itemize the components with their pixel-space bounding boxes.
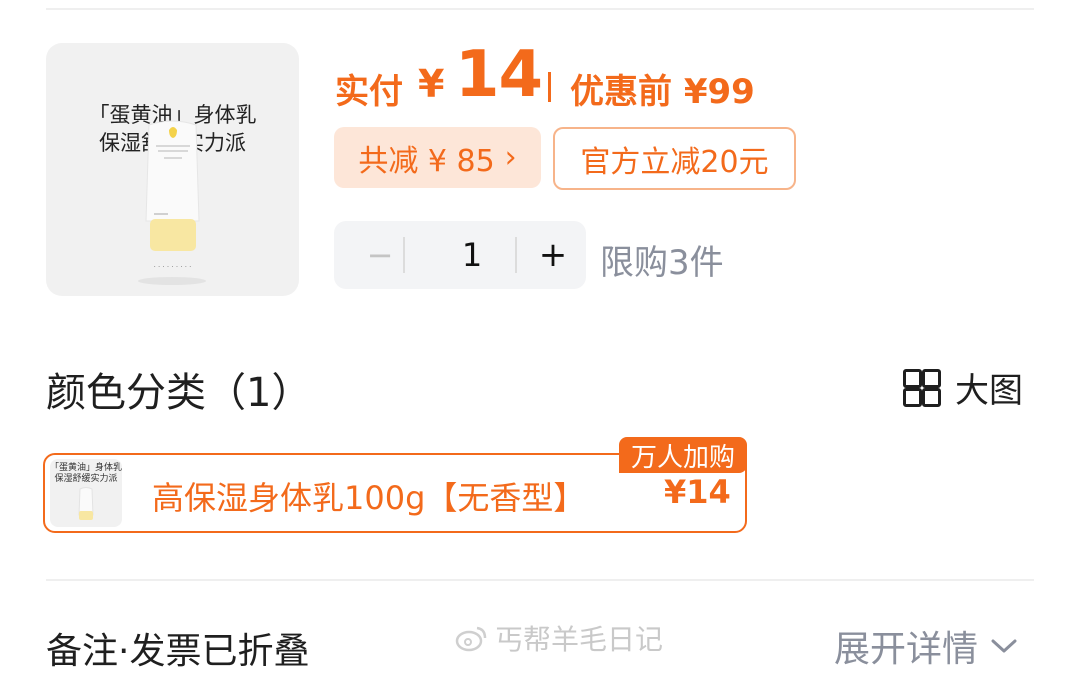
- watermark-text: 丐帮羊毛日记: [495, 623, 664, 656]
- stepper-divider: [515, 237, 517, 273]
- increase-button[interactable]: +: [524, 221, 582, 289]
- section-divider: [46, 579, 1034, 581]
- color-section-title: 颜色分类（1）: [46, 370, 312, 416]
- pay-label: 实付: [335, 72, 403, 112]
- quantity-stepper: − 1 +: [334, 221, 586, 289]
- sku-price: ¥14: [664, 473, 731, 511]
- lotion-tube-illustration: [138, 120, 206, 285]
- total-discount-tag[interactable]: 共减 ¥ 85 ›: [334, 127, 541, 188]
- big-view-toggle[interactable]: 大图: [903, 363, 1023, 412]
- purchase-limit: 限购3件: [600, 243, 724, 283]
- product-image-fineprint: · · · · · · · · ·: [153, 263, 192, 271]
- official-discount-tag: 官方立减20元: [553, 127, 796, 190]
- chevron-right-icon: ›: [504, 140, 517, 175]
- sku-name: 高保湿身体乳100g【无香型】: [152, 479, 586, 517]
- watermark: 丐帮羊毛日记: [455, 618, 663, 658]
- top-divider: [46, 8, 1034, 10]
- price-separator: [548, 72, 551, 102]
- original-price: 优惠前 ¥99: [570, 72, 755, 112]
- expand-details-button[interactable]: 展开详情: [834, 620, 1018, 672]
- note-invoice-label: 备注·发票已折叠: [46, 631, 310, 672]
- grid-view-icon: [903, 368, 941, 407]
- chevron-down-icon: [991, 639, 1017, 653]
- quantity-value[interactable]: 1: [426, 221, 518, 289]
- product-image[interactable]: 「蛋黄油」身体乳 保湿舒缓实力派 · · · · · · · · ·: [46, 43, 299, 296]
- stepper-divider: [403, 237, 405, 273]
- weibo-logo-icon: [455, 626, 487, 652]
- popular-badge: 万人加购: [619, 437, 747, 473]
- expand-details-label: 展开详情: [834, 629, 979, 670]
- pay-amount: 14: [455, 38, 543, 112]
- sku-tube-illustration: [78, 487, 94, 520]
- total-discount-label: 共减 ¥ 85: [358, 143, 495, 179]
- big-view-label: 大图: [955, 371, 1023, 411]
- sku-thumbnail: 「蛋黄油」身体乳 保湿舒缓实力派: [50, 459, 122, 527]
- pay-currency: ¥: [418, 62, 445, 106]
